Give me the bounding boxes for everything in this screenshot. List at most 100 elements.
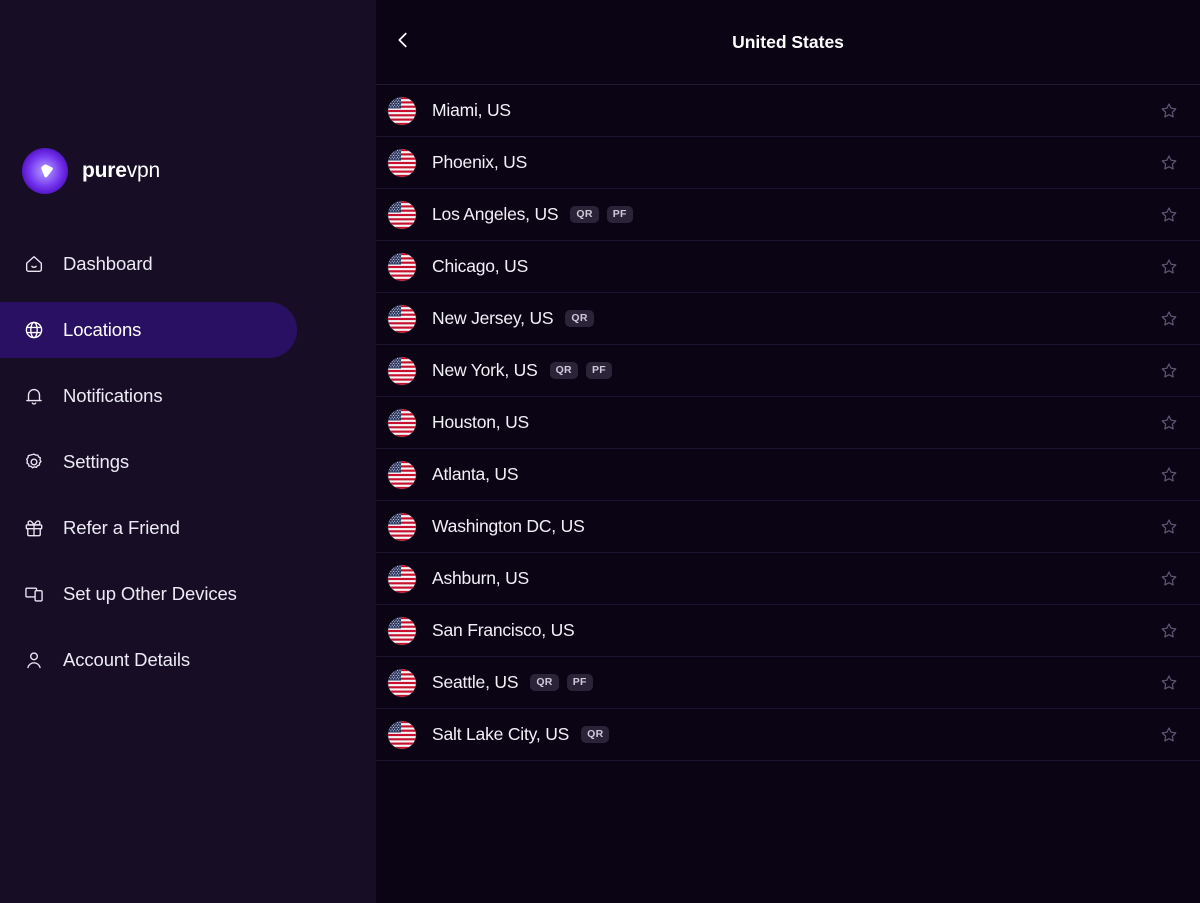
sidebar-item-label: Account Details	[63, 648, 191, 670]
us-flag-icon	[388, 669, 416, 697]
us-flag-icon	[388, 357, 416, 385]
star-outline-icon[interactable]	[1158, 152, 1180, 174]
city-row[interactable]: New Jersey, US QR	[376, 293, 1200, 345]
star-outline-icon[interactable]	[1158, 724, 1180, 746]
city-badges: QR PF	[549, 362, 612, 379]
city-row[interactable]: Salt Lake City, US QR	[376, 709, 1200, 761]
city-row[interactable]: Washington DC, US	[376, 501, 1200, 553]
badge-qr: QR	[549, 362, 578, 379]
gear-icon	[22, 450, 46, 474]
city-row[interactable]: Houston, US	[376, 397, 1200, 449]
city-list: Miami, US Phoenix, US Los Angeles, US QR PF C…	[376, 85, 1200, 761]
us-flag-icon	[388, 617, 416, 645]
us-flag-icon	[388, 201, 416, 229]
us-flag-icon	[388, 461, 416, 489]
brand-name: purevpn	[82, 159, 160, 183]
city-row[interactable]: Seattle, US QR PF	[376, 657, 1200, 709]
panel-header: United States	[376, 0, 1200, 84]
city-badges: QR PF	[570, 206, 633, 223]
sidebar-item-label: Locations	[63, 318, 142, 340]
badge-pf: PF	[585, 362, 612, 379]
home-icon	[22, 252, 46, 276]
sidebar-item-label: Dashboard	[63, 252, 153, 274]
sidebar-item-dashboard[interactable]: Dashboard	[0, 236, 376, 292]
purevpn-shield-icon	[22, 148, 68, 194]
city-name: Houston, US	[432, 412, 530, 432]
city-row[interactable]: Phoenix, US	[376, 137, 1200, 189]
brand-name-bold: pure	[82, 159, 127, 182]
sidebar-item-notifications[interactable]: Notifications	[0, 368, 376, 424]
city-name: New York, US	[432, 360, 538, 380]
sidebar-item-label: Set up Other Devices	[63, 582, 237, 604]
city-name: Chicago, US	[432, 256, 529, 276]
us-flag-icon	[388, 305, 416, 333]
gift-icon	[22, 516, 46, 540]
star-outline-icon[interactable]	[1158, 412, 1180, 434]
star-outline-icon[interactable]	[1158, 464, 1180, 486]
sidebar-item-label: Refer a Friend	[63, 516, 180, 538]
city-name: Atlanta, US	[432, 464, 519, 484]
badge-qr: QR	[565, 310, 594, 327]
city-badges: QR	[581, 726, 610, 743]
city-badges: QR	[565, 310, 594, 327]
star-outline-icon[interactable]	[1158, 360, 1180, 382]
city-row[interactable]: Atlanta, US	[376, 449, 1200, 501]
us-flag-icon	[388, 253, 416, 281]
us-flag-icon	[388, 565, 416, 593]
badge-qr: QR	[530, 674, 559, 691]
sidebar-item-label: Notifications	[63, 384, 163, 406]
sidebar-item-label: Settings	[63, 450, 130, 472]
city-name: New Jersey, US	[432, 308, 554, 328]
us-flag-icon	[388, 97, 416, 125]
badge-pf: PF	[606, 206, 633, 223]
star-outline-icon[interactable]	[1158, 672, 1180, 694]
back-button[interactable]	[386, 25, 420, 59]
us-flag-icon	[388, 149, 416, 177]
star-outline-icon[interactable]	[1158, 516, 1180, 538]
sidebar-item-locations[interactable]: Locations	[0, 302, 297, 358]
star-outline-icon[interactable]	[1158, 568, 1180, 590]
city-name: Ashburn, US	[432, 568, 530, 588]
badge-qr: QR	[570, 206, 599, 223]
city-row[interactable]: Miami, US	[376, 85, 1200, 137]
app-window: purevpn Dashboard Locations Notification…	[0, 0, 1200, 903]
locations-panel: United States Miami, US Phoenix, US Los An…	[376, 0, 1200, 903]
city-name: Miami, US	[432, 100, 511, 120]
city-row[interactable]: Los Angeles, US QR PF	[376, 189, 1200, 241]
brand-logo: purevpn	[22, 148, 160, 194]
city-name: Washington DC, US	[432, 516, 585, 536]
city-name: Seattle, US	[432, 672, 519, 692]
sidebar-item-set-up-other-devices[interactable]: Set up Other Devices	[0, 566, 376, 622]
sidebar-item-refer-a-friend[interactable]: Refer a Friend	[0, 500, 376, 556]
chevron-left-icon	[392, 29, 414, 56]
city-name: Salt Lake City, US	[432, 724, 570, 744]
devices-icon	[22, 582, 46, 606]
city-name: Phoenix, US	[432, 152, 528, 172]
star-outline-icon[interactable]	[1158, 204, 1180, 226]
star-outline-icon[interactable]	[1158, 308, 1180, 330]
city-badges: QR PF	[530, 674, 593, 691]
sidebar-item-account-details[interactable]: Account Details	[0, 632, 376, 688]
badge-pf: PF	[566, 674, 593, 691]
star-outline-icon[interactable]	[1158, 620, 1180, 642]
city-name: Los Angeles, US	[432, 204, 559, 224]
us-flag-icon	[388, 721, 416, 749]
star-outline-icon[interactable]	[1158, 256, 1180, 278]
us-flag-icon	[388, 513, 416, 541]
brand-name-light: vpn	[126, 159, 160, 182]
city-row[interactable]: Ashburn, US	[376, 553, 1200, 605]
us-flag-icon	[388, 409, 416, 437]
user-icon	[22, 648, 46, 672]
star-outline-icon[interactable]	[1158, 100, 1180, 122]
sidebar-item-settings[interactable]: Settings	[0, 434, 376, 490]
city-row[interactable]: New York, US QR PF	[376, 345, 1200, 397]
globe-icon	[22, 318, 46, 342]
city-name: San Francisco, US	[432, 620, 575, 640]
badge-qr: QR	[581, 726, 610, 743]
sidebar: purevpn Dashboard Locations Notification…	[0, 0, 376, 903]
page-title: United States	[732, 31, 844, 52]
city-row[interactable]: San Francisco, US	[376, 605, 1200, 657]
sidebar-nav: Dashboard Locations Notifications Settin…	[0, 236, 376, 698]
bell-icon	[22, 384, 46, 408]
city-row[interactable]: Chicago, US	[376, 241, 1200, 293]
